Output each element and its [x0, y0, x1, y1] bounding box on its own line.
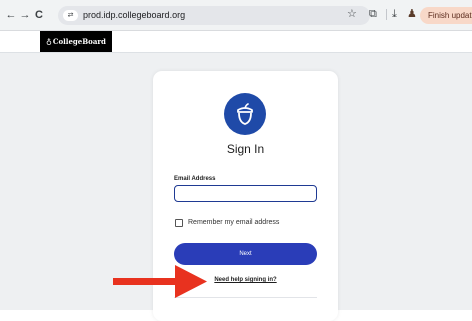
toolbar-divider	[386, 9, 387, 20]
page-title: Sign In	[226, 142, 265, 156]
email-label: Email Address	[174, 176, 216, 182]
remember-email-label[interactable]: Remember my email address	[188, 218, 279, 228]
bookmark-star-icon[interactable]: ☆	[347, 7, 357, 21]
site-header: ♁CollegeBoard	[0, 31, 472, 53]
forward-icon[interactable]: →	[19, 8, 31, 22]
acorn-glyph-icon	[237, 103, 253, 125]
back-icon[interactable]: ←	[5, 8, 17, 22]
acorn-logo-icon: ♁	[46, 36, 52, 46]
email-field[interactable]	[174, 185, 317, 202]
page-body: ♁CollegeBoard Sign In Email Address Reme…	[0, 31, 472, 321]
collegeboard-logo[interactable]: ♁CollegeBoard	[40, 31, 112, 52]
browser-toolbar: ← → C ⇄ prod.idp.collegeboard.org ☆ ⧉ ⤓ …	[0, 0, 472, 31]
finish-update-button[interactable]: Finish update	[420, 7, 472, 24]
extensions-icon[interactable]: ⧉	[369, 7, 377, 21]
profile-icon[interactable]: ♟	[407, 7, 417, 21]
logo-text: CollegeBoard	[52, 37, 106, 46]
acorn-icon	[224, 93, 266, 135]
reload-icon[interactable]: C	[33, 8, 45, 22]
address-bar[interactable]: ⇄ prod.idp.collegeboard.org	[58, 6, 370, 25]
url-text[interactable]: prod.idp.collegeboard.org	[83, 6, 185, 25]
red-arrow-icon	[113, 265, 207, 298]
remember-email-checkbox[interactable]	[175, 219, 183, 227]
download-icon[interactable]: ⤓	[392, 7, 397, 21]
site-info-icon[interactable]: ⇄	[63, 10, 78, 21]
